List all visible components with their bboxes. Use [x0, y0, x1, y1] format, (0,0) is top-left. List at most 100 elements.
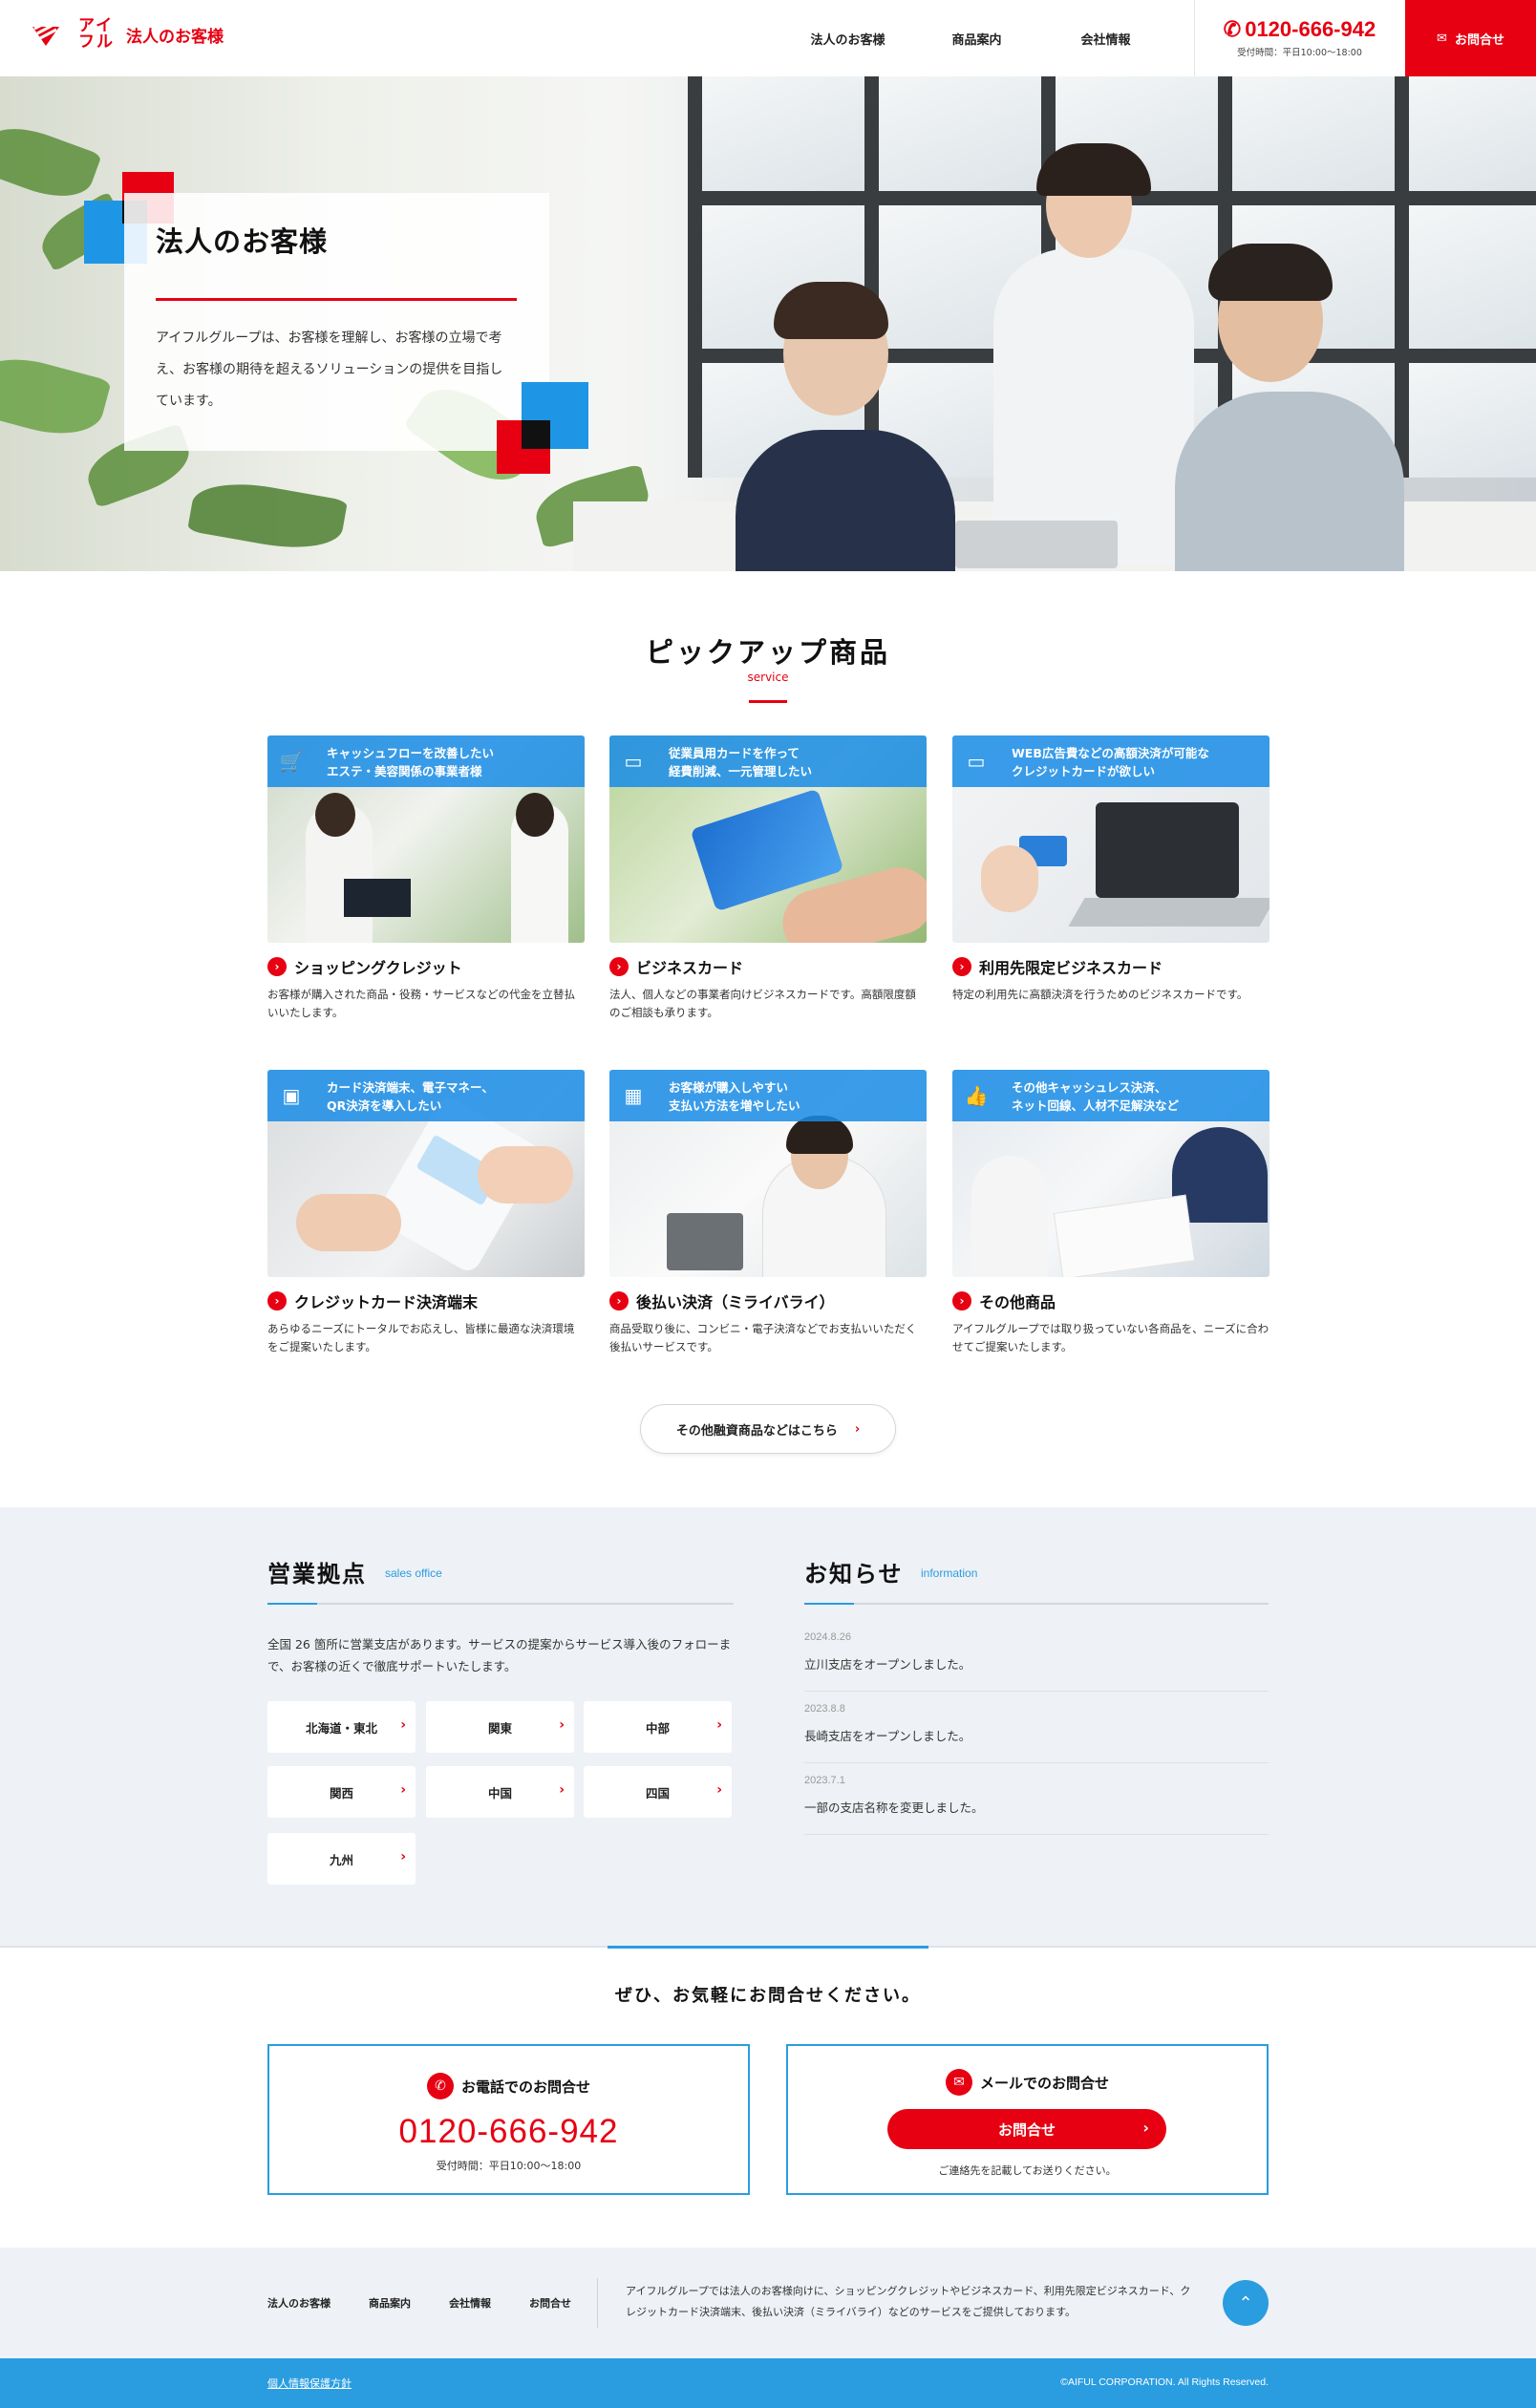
area-hokkaido-tohoku[interactable]: 北海道・東北 › — [267, 1701, 416, 1753]
site-logo[interactable]: アイフル 法人のお客様 — [29, 17, 224, 52]
contact-mail-title: メールでのお問合せ — [979, 2074, 1109, 2092]
area-chubu[interactable]: 中部 › — [584, 1701, 732, 1753]
product-name: ショッピングクレジット — [294, 959, 462, 977]
news-item[interactable]: 2023.8.8 長崎支店をオープンしました。 — [804, 1692, 1269, 1763]
brand-title: 法人のお客様 — [126, 27, 224, 47]
area-label: 北海道・東北 — [305, 1720, 377, 1736]
product-image: 🛒 キャッシュフローを改善したい エステ・美容関係の事業者様 — [267, 735, 585, 943]
footer-nav-products[interactable]: 商品案内 — [369, 2295, 411, 2311]
mail-icon: ✉ — [1437, 31, 1447, 46]
hero-title: 法人のお客様 — [156, 225, 329, 258]
news-item-title: 立川支店をオープンしました。 — [804, 1657, 971, 1672]
contact-tel-box: ✆ お電話でのお問合せ 0120-666-942 受付時間：平日10:00〜18… — [267, 2044, 750, 2195]
chevron-right-icon: › — [400, 1849, 406, 1865]
footer-bottom-bar: 個人情報保護方針 ©AIFUL CORPORATION. All Rights … — [0, 2358, 1536, 2408]
area-label: 九州 — [329, 1852, 353, 1867]
product-card-other[interactable]: 👍 その他キャッシュレス決済、 ネット回線、人材不足解決など › その他商品 アイ… — [952, 1070, 1269, 1366]
news-title: お知らせ — [804, 1561, 904, 1588]
chevron-right-icon: › — [952, 957, 971, 976]
area-label: 関東 — [487, 1720, 512, 1736]
news-item-title: 一部の支店名称を変更しました。 — [804, 1801, 984, 1815]
product-desc: 商品受取り後に、コンビニ・電子決済などでお支払いいただく後払いサービスです。 — [609, 1322, 917, 1353]
product-image: 👍 その他キャッシュレス決済、 ネット回線、人材不足解決など — [952, 1070, 1269, 1277]
hero-person-right — [1175, 392, 1404, 571]
chevron-right-icon: › — [1142, 2119, 1149, 2137]
pickup-subtitle: service — [747, 671, 789, 684]
hero-person-left — [736, 430, 955, 571]
contact-mail-note: ご連絡先を記載してお送りください。 — [938, 2164, 1117, 2177]
area-kyushu[interactable]: 九州 › — [267, 1833, 416, 1885]
office-news-section — [0, 1507, 1536, 1947]
product-caption: 従業員用カードを作って 経費削減、一元管理したい — [669, 746, 813, 778]
privacy-policy-link[interactable]: 個人情報保護方針 — [267, 2376, 352, 2391]
office-title: 営業拠点 — [267, 1561, 367, 1588]
product-image: ▦ お客様が購入しやすい 支払い方法を増やしたい — [609, 1070, 927, 1277]
nav-products[interactable]: 商品案内 — [912, 30, 1041, 48]
product-card-limited-business-card[interactable]: ▭ WEB広告費などの高額決済が可能な クレジットカードが欲しい › 利用先限定ビ… — [952, 735, 1269, 1032]
chevron-right-icon: › — [609, 1291, 629, 1311]
product-caption: キャッシュフローを改善したい エステ・美容関係の事業者様 — [327, 746, 495, 778]
chevron-right-icon: › — [716, 1782, 722, 1798]
hero-title-rule — [156, 298, 517, 301]
office-subtitle: sales office — [385, 1566, 442, 1580]
contact-tel-hours: 受付時間：平日10:00〜18:00 — [436, 2160, 582, 2172]
contact-mail-button[interactable]: お問合せ › — [887, 2109, 1166, 2149]
product-name: 後払い決済（ミライバライ） — [636, 1293, 835, 1311]
pickup-rule — [749, 700, 787, 703]
product-desc: 特定の利用先に高額決済を行うためのビジネスカードです。 — [952, 988, 1248, 1001]
terminal-icon: ▣ — [282, 1084, 301, 1107]
chevron-right-icon: › — [400, 1782, 406, 1798]
chevron-up-icon: ⌃ — [1238, 2292, 1253, 2313]
footer-nav: 法人のお客様 商品案内 会社情報 お問合せ — [267, 2295, 571, 2311]
footer-nav-contact[interactable]: お問合せ — [529, 2295, 571, 2311]
product-card-payment-terminal[interactable]: ▣ カード決済端末、電子マネー、 QR決済を導入したい › クレジットカード決済端… — [267, 1070, 585, 1366]
product-card-shopping-credit[interactable]: 🛒 キャッシュフローを改善したい エステ・美容関係の事業者様 › ショッピングクレ… — [267, 735, 585, 1032]
product-card-deferred-payment[interactable]: ▦ お客様が購入しやすい 支払い方法を増やしたい › 後払い決済（ミライバライ） … — [609, 1070, 927, 1366]
office-title-rule — [267, 1603, 734, 1605]
contact-tel-title: お電話でのお問合せ — [460, 2078, 590, 2096]
page-top-button[interactable]: ⌃ — [1223, 2280, 1269, 2326]
nav-company[interactable]: 会社情報 — [1041, 30, 1170, 48]
hero: 法人のお客様 アイフルグループは、お客様を理解し、お客様の立場で考え、お客様の期… — [0, 76, 1536, 571]
chevron-right-icon: › — [854, 1421, 861, 1437]
footer-nav-corporate[interactable]: 法人のお客様 — [267, 2295, 331, 2311]
area-label: 四国 — [645, 1785, 670, 1801]
chevron-right-icon: › — [559, 1782, 565, 1798]
area-chugoku[interactable]: 中国 › — [426, 1766, 574, 1818]
header-contact-button[interactable]: ✉ お問合せ — [1405, 0, 1536, 76]
product-desc: アイフルグループでは取り扱っていない各商品を、ニーズに合わせてご提案いたします。 — [952, 1322, 1269, 1353]
pickup-title: ピックアップ商品 — [645, 636, 890, 669]
chevron-right-icon: › — [267, 957, 287, 976]
product-name: 利用先限定ビジネスカード — [979, 959, 1163, 977]
area-kansai[interactable]: 関西 › — [267, 1766, 416, 1818]
footer-about: アイフルグループでは法人のお客様向けに、ショッピングクレジットやビジネスカード、… — [626, 2285, 1191, 2318]
area-kanto[interactable]: 関東 › — [426, 1701, 574, 1753]
header-tel[interactable]: ✆ 0120-666-942 受付時間：平日10:00〜18:00 — [1194, 0, 1404, 76]
area-label: 中部 — [645, 1720, 670, 1736]
phone-icon: ✆ — [1223, 17, 1242, 41]
product-desc: あらゆるニーズにトータルでお応えし、皆様に最適な決済環境をご提案いたします。 — [267, 1322, 575, 1353]
calendar-icon: ▦ — [624, 1084, 643, 1107]
chevron-right-icon: › — [609, 957, 629, 976]
news-item[interactable]: 2024.8.26 立川支店をオープンしました。 — [804, 1620, 1269, 1692]
contact-tel-number[interactable]: 0120-666-942 — [269, 2113, 748, 2151]
nav-corporate[interactable]: 法人のお客様 — [783, 30, 912, 48]
more-products-button[interactable]: その他融資商品などはこちら › — [640, 1404, 896, 1454]
product-name: その他商品 — [979, 1293, 1056, 1311]
aiful-logo-icon — [29, 17, 63, 52]
site-footer: 法人のお客様 商品案内 会社情報 お問合せ アイフルグループでは法人のお客様向け… — [0, 2248, 1536, 2358]
global-nav: 法人のお客様 商品案内 会社情報 — [783, 0, 1170, 76]
hero-laptop — [955, 521, 1118, 568]
product-image: ▭ WEB広告費などの高額決済が可能な クレジットカードが欲しい — [952, 735, 1269, 943]
product-card-business-card[interactable]: ▭ 従業員用カードを作って 経費削減、一元管理したい › ビジネスカード 法人、個… — [609, 735, 927, 1032]
hero-person-center — [993, 248, 1194, 564]
product-caption: カード決済端末、電子マネー、 QR決済を導入したい — [327, 1080, 494, 1113]
product-desc: 法人、個人などの事業者向けビジネスカードです。高額限度額のご相談も承ります。 — [609, 988, 916, 1019]
area-shikoku[interactable]: 四国 › — [584, 1766, 732, 1818]
chevron-right-icon: › — [952, 1291, 971, 1311]
area-label: 中国 — [487, 1785, 512, 1801]
chevron-right-icon: › — [267, 1291, 287, 1311]
footer-nav-company[interactable]: 会社情報 — [449, 2295, 491, 2311]
product-name: ビジネスカード — [636, 959, 744, 977]
news-item[interactable]: 2023.7.1 一部の支店名称を変更しました。 — [804, 1763, 1269, 1835]
